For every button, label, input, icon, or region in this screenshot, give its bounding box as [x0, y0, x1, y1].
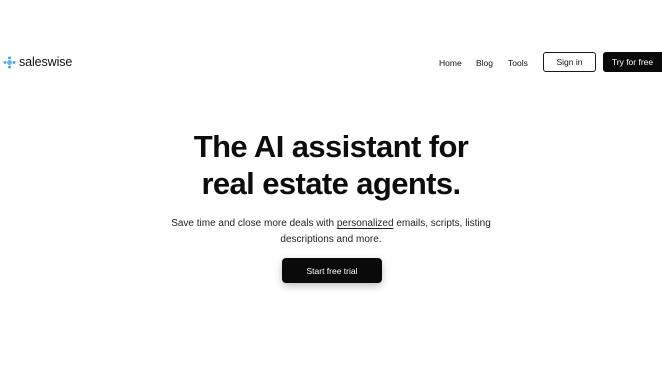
- nav-tools-link[interactable]: Tools: [508, 58, 528, 68]
- nav-home-link[interactable]: Home: [439, 58, 462, 68]
- hero-subtitle-line-2: descriptions and more.: [280, 233, 382, 245]
- personalized-link[interactable]: personalized: [337, 218, 394, 229]
- hero-subtitle-text-after: emails, scripts, listing: [393, 218, 491, 229]
- try-for-free-button[interactable]: Try for free: [603, 52, 662, 72]
- hero-subtitle-text-before: Save time and close more deals with: [171, 218, 337, 229]
- hero-subtitle: Save time and close more deals with pers…: [0, 216, 662, 247]
- brand-logo[interactable]: saleswise: [3, 55, 72, 69]
- landing-page: saleswise Home Blog Tools Sign in Try fo…: [0, 0, 662, 372]
- sign-in-button[interactable]: Sign in: [543, 52, 596, 72]
- sparkle-cross-icon: [3, 56, 16, 68]
- brand-name: saleswise: [19, 55, 73, 69]
- hero-subtitle-line-1: Save time and close more deals with pers…: [0, 216, 662, 232]
- hero-title: The AI assistant for real estate agents.: [0, 128, 662, 202]
- hero-title-line-1: The AI assistant for: [193, 129, 469, 164]
- nav-blog-link[interactable]: Blog: [476, 58, 493, 68]
- hero-title-line-2: real estate agents.: [201, 166, 461, 201]
- start-free-trial-button[interactable]: Start free trial: [282, 258, 382, 283]
